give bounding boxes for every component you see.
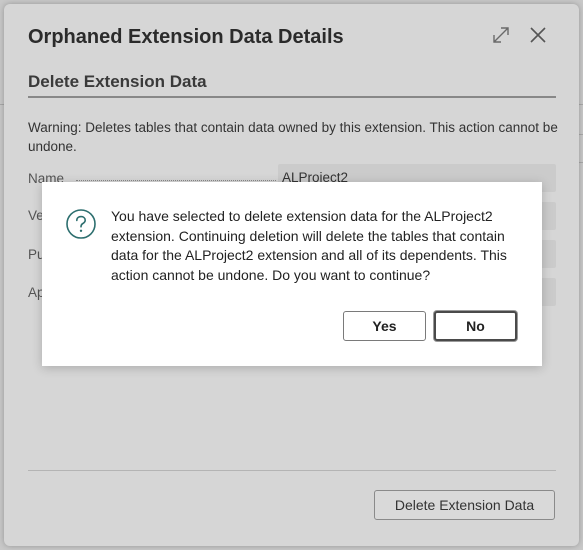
- modal-overlay: You have selected to delete extension da…: [0, 0, 583, 550]
- yes-button[interactable]: Yes: [343, 311, 426, 341]
- question-icon: [66, 209, 96, 239]
- confirmation-dialog: You have selected to delete extension da…: [42, 182, 542, 366]
- confirmation-message: You have selected to delete extension da…: [111, 208, 507, 283]
- no-button[interactable]: No: [434, 311, 517, 341]
